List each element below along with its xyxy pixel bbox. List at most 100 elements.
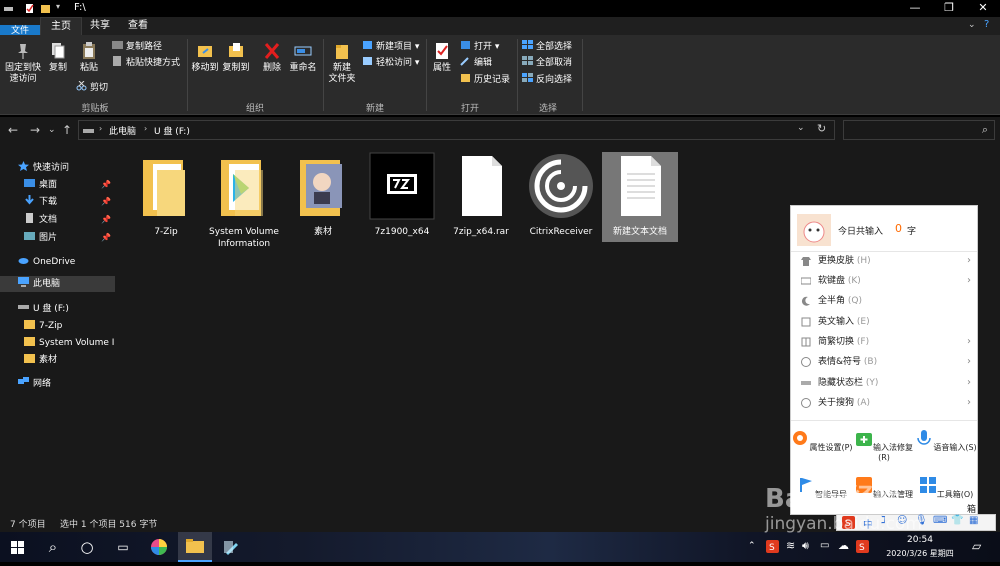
tool-voice-input[interactable]: 语音输入(S): [915, 421, 977, 469]
tab-home[interactable]: 主页: [40, 17, 82, 35]
file-item-sucai[interactable]: 素材: [287, 152, 359, 238]
ime-keyboard-icon[interactable]: ⌨: [933, 515, 947, 526]
copy-path-button[interactable]: 复制路径: [112, 40, 162, 54]
recent-locations-chevron-icon[interactable]: ⌄: [48, 125, 56, 135]
tray-clock-time[interactable]: 20:54: [880, 535, 960, 545]
close-button[interactable]: ✕: [966, 0, 1000, 17]
nav-folder-sucai[interactable]: 素材: [24, 352, 57, 368]
tray-wifi-icon[interactable]: ≋: [786, 539, 795, 552]
ribbon-separator: [517, 39, 518, 111]
edit-button[interactable]: 编辑: [460, 56, 492, 70]
file-item-7zip[interactable]: 7-Zip: [130, 152, 202, 238]
edit-label: 编辑: [474, 58, 493, 68]
nav-documents[interactable]: 文档 📌: [24, 212, 115, 228]
menu-item-emoji-symbols[interactable]: 表情&符号 (B) ›: [791, 352, 977, 372]
up-icon[interactable]: ↑: [62, 123, 72, 137]
file-item-new-text-document[interactable]: 新建文本文档: [602, 152, 678, 242]
nav-onedrive[interactable]: OneDrive: [18, 254, 75, 270]
file-name: System Volume Information: [209, 227, 279, 249]
tab-view[interactable]: 查看: [118, 17, 158, 35]
address-box[interactable]: › 此电脑 › U 盘 (F:) ⌄ ↻: [78, 120, 835, 140]
select-none-button[interactable]: 全部取消: [522, 56, 572, 70]
history-button[interactable]: 历史记录: [460, 73, 510, 87]
nav-pictures[interactable]: 图片 📌: [24, 230, 115, 246]
drive-icon: [18, 305, 29, 309]
nav-this-pc[interactable]: 此电脑: [0, 276, 115, 292]
taskbar-notepad-icon[interactable]: [214, 532, 248, 562]
menu-item-full-half-width[interactable]: 全半角 (Q): [791, 291, 977, 311]
open-button[interactable]: 打开 ▾: [460, 40, 499, 54]
forward-icon[interactable]: →: [30, 123, 40, 137]
folder-icon: [24, 354, 35, 363]
nav-quick-access[interactable]: 快速访问: [18, 160, 69, 176]
ribbon-collapse-icon[interactable]: ⌄: [968, 20, 976, 30]
copy-to-button[interactable]: 复制到: [221, 41, 251, 74]
properties-button[interactable]: 属性: [430, 41, 454, 74]
tray-clock-date[interactable]: 2020/3/26 星期四: [872, 548, 968, 559]
properties-quick-icon[interactable]: [24, 3, 35, 14]
maximize-button[interactable]: ❐: [932, 0, 966, 17]
file-item-system-volume-information[interactable]: System Volume Information: [208, 152, 280, 250]
menu-item-change-skin[interactable]: 更换皮肤 (H) ›: [791, 251, 977, 271]
tool-ime-repair[interactable]: 输入法修复(R): [853, 421, 915, 469]
paste-shortcut-button[interactable]: 粘贴快捷方式: [112, 56, 180, 70]
ime-skin-icon[interactable]: 👕: [951, 515, 963, 526]
back-icon[interactable]: ←: [8, 123, 18, 137]
tray-volume-icon[interactable]: 🔊︎: [802, 539, 809, 553]
new-folder-button[interactable]: 新建 文件夹: [327, 41, 357, 85]
menu-item-soft-keyboard[interactable]: 软键盘 (K) ›: [791, 271, 977, 291]
easy-access-button[interactable]: 轻松访问 ▾: [362, 56, 419, 70]
file-item-7z1900-x64[interactable]: 7z1900_x64: [366, 152, 438, 238]
rename-button[interactable]: 重命名: [288, 41, 318, 74]
taskbar-search-icon[interactable]: ⌕: [36, 532, 70, 562]
paste-button[interactable]: 粘贴: [76, 41, 102, 74]
delete-button[interactable]: 删除: [259, 41, 285, 74]
file-item-7zip-x64-rar[interactable]: 7zip_x64.rar: [445, 152, 517, 238]
window-title-path: F:\: [74, 2, 86, 13]
new-folder-quick-icon[interactable]: [40, 3, 51, 14]
task-view-icon[interactable]: ▭: [106, 532, 140, 562]
invert-selection-button[interactable]: 反向选择: [522, 73, 572, 87]
nav-folder-system-volume[interactable]: System Volume In: [24, 335, 120, 351]
tray-overflow-icon[interactable]: ⌃: [748, 541, 756, 551]
select-all-label: 全部选择: [536, 42, 573, 52]
ime-toolbox-icon[interactable]: ▦: [969, 515, 978, 526]
search-icon: ⌕: [981, 123, 988, 136]
tray-battery-icon[interactable]: ▭: [820, 540, 829, 551]
start-windows-icon[interactable]: [0, 532, 34, 562]
pin-to-quick-access-button[interactable]: 固定到快 速访问: [3, 41, 43, 85]
nav-folder-7zip[interactable]: 7-Zip: [24, 318, 62, 334]
minimize-button[interactable]: —: [898, 0, 932, 17]
nav-usb-drive[interactable]: U 盘 (F:): [18, 301, 69, 317]
menu-item-english-input[interactable]: 英文输入 (E): [791, 312, 977, 332]
nav-desktop[interactable]: 桌面 📌: [24, 177, 115, 193]
quick-access-toolbar-dropdown[interactable]: ▾: [56, 2, 60, 11]
tool-properties-settings[interactable]: 属性设置(P): [791, 421, 853, 469]
tray-cloud-icon[interactable]: ☁: [838, 539, 849, 552]
help-icon[interactable]: ?: [984, 19, 989, 30]
cut-button[interactable]: 剪切: [76, 81, 108, 95]
action-center-icon[interactable]: ▱: [972, 539, 981, 553]
address-dropdown-icon[interactable]: ⌄: [797, 123, 805, 133]
nav-downloads[interactable]: 下载 📌: [24, 194, 115, 210]
tray-sogou-input-icon[interactable]: S: [856, 540, 869, 553]
move-to-button[interactable]: 移动到: [190, 41, 220, 74]
breadcrumb-this-pc[interactable]: 此电脑: [109, 124, 136, 137]
file-item-citrixreceiver[interactable]: CitrixReceiver: [525, 152, 597, 238]
copy-to-label: 复制到: [222, 63, 250, 73]
cortana-icon[interactable]: ○: [70, 532, 104, 562]
refresh-icon[interactable]: ↻: [817, 122, 826, 135]
menu-item-about-sogou[interactable]: 关于搜狗 (A) ›: [791, 393, 977, 413]
menu-item-simplified-traditional[interactable]: 简繁切换 (F) ›: [791, 332, 977, 352]
menu-item-hide-status-bar[interactable]: 隐藏状态栏 (Y) ›: [791, 373, 977, 393]
taskbar-app-paint-icon[interactable]: [142, 532, 176, 562]
tab-share[interactable]: 共享: [82, 17, 118, 35]
search-input[interactable]: ⌕: [843, 120, 995, 140]
breadcrumb-usb-drive[interactable]: U 盘 (F:): [154, 124, 190, 137]
taskbar-file-explorer-icon[interactable]: [178, 532, 212, 562]
select-all-button[interactable]: 全部选择: [522, 40, 572, 54]
copy-button[interactable]: 复制: [45, 41, 71, 74]
tray-sogou-icon[interactable]: S: [766, 540, 779, 553]
nav-network[interactable]: 网络: [18, 376, 51, 392]
new-item-button[interactable]: 新建项目 ▾: [362, 40, 419, 54]
